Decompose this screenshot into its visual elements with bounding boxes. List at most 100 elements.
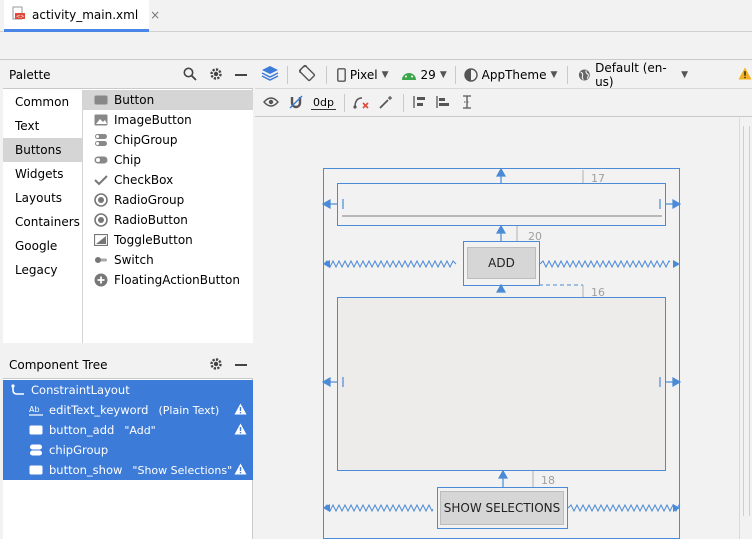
button-icon: [29, 424, 43, 436]
chevron-down-icon: ▼: [381, 69, 389, 80]
theme-dropdown[interactable]: AppTheme ▼: [463, 68, 558, 82]
widget-radio-button[interactable]: RadioButton: [83, 210, 253, 230]
locale-dropdown[interactable]: Default (en-us) ▼: [578, 61, 688, 89]
editor-mode-bar: [0, 32, 752, 60]
toggle-button-icon: [94, 233, 108, 247]
widget-checkbox[interactable]: CheckBox: [83, 170, 253, 190]
magic-wand-icon[interactable]: [379, 95, 393, 112]
minimize-icon[interactable]: [235, 364, 247, 366]
warning-icon[interactable]: [234, 463, 247, 478]
file-tab[interactable]: <> activity_main.xml ×: [4, 0, 160, 32]
tree-item-button-show[interactable]: button_show "Show Selections": [3, 460, 253, 480]
warning-icon[interactable]: [234, 423, 247, 438]
widget-switch[interactable]: Switch: [83, 250, 253, 270]
warning-icon[interactable]: [738, 67, 752, 83]
clear-constraints-icon[interactable]: [353, 95, 369, 112]
palette-categories: Common Text Buttons Widgets Layouts Cont…: [3, 90, 83, 343]
component-tree-list: ConstraintLayout Ab editText_keyword (Pl…: [3, 380, 253, 480]
device-dropdown[interactable]: Pixel ▼: [336, 67, 389, 82]
palette-header: Palette: [3, 61, 253, 89]
globe-icon: [579, 69, 591, 80]
widget-chip-group[interactable]: ChipGroup: [83, 130, 253, 150]
layers-icon[interactable]: [261, 65, 279, 84]
editor-tab-strip: <> activity_main.xml ×: [0, 0, 752, 32]
add-button-preview[interactable]: ADD: [467, 247, 536, 279]
tree-item-extra: "Show Selections": [132, 463, 233, 477]
radio-group-icon: [94, 193, 108, 207]
align-icon[interactable]: [436, 95, 450, 112]
locale-label: Default (en-us): [595, 60, 667, 89]
category-buttons[interactable]: Buttons: [3, 138, 82, 162]
widget-label: Chip: [114, 153, 141, 167]
tree-item-edittext[interactable]: Ab editText_keyword (Plain Text): [3, 400, 253, 420]
warning-icon[interactable]: [234, 403, 247, 418]
widget-label: ImageButton: [114, 113, 192, 127]
palette-panel: Palette Common Text Buttons Widgets Layo…: [3, 61, 253, 343]
edittext-keyword-view[interactable]: [337, 183, 666, 226]
palette-widgets: Button ImageButton ChipGroup Chip CheckB…: [83, 90, 253, 343]
toolbar-separator: [287, 65, 288, 84]
chipgroup-view[interactable]: [337, 297, 666, 471]
category-layouts[interactable]: Layouts: [3, 186, 82, 210]
widget-chip[interactable]: Chip: [83, 150, 253, 170]
category-widgets[interactable]: Widgets: [3, 162, 82, 186]
radio-button-icon: [94, 213, 108, 227]
pack-icon[interactable]: [412, 95, 426, 112]
palette-title: Palette: [9, 67, 51, 82]
widget-toggle-button[interactable]: ToggleButton: [83, 230, 253, 250]
chevron-down-icon: ▼: [439, 69, 447, 80]
edittext-underline: [342, 215, 662, 217]
margin-label: 18: [541, 474, 555, 487]
tree-item-label: button_add: [49, 423, 115, 437]
layout-toolbar: 0dp: [255, 90, 752, 117]
magnet-icon[interactable]: [289, 95, 303, 112]
button-icon: [94, 93, 108, 107]
device-label: Pixel: [349, 67, 378, 82]
tree-item-root[interactable]: ConstraintLayout: [3, 380, 253, 400]
widget-image-button[interactable]: ImageButton: [83, 110, 253, 130]
canvas-vertical-scrollbar[interactable]: [739, 118, 752, 539]
tree-item-button-add[interactable]: button_add "Add": [3, 420, 253, 440]
svg-text:<>: <>: [16, 14, 24, 20]
widget-label: ChipGroup: [114, 133, 178, 147]
category-common[interactable]: Common: [3, 90, 82, 114]
widget-label: ToggleButton: [114, 233, 193, 247]
design-toolbar: Pixel ▼ 29 ▼ AppTheme ▼ Default (en-us) …: [255, 61, 752, 89]
fab-icon: [94, 273, 108, 287]
widget-button[interactable]: Button: [83, 90, 253, 110]
component-tree-panel: Component Tree ConstraintLayout Ab editT…: [3, 351, 253, 539]
chevron-down-icon: ▼: [550, 69, 558, 80]
guidelines-icon[interactable]: [460, 94, 474, 112]
orientation-icon[interactable]: [298, 64, 316, 85]
eye-icon[interactable]: [263, 96, 279, 111]
android-icon: [401, 72, 416, 80]
image-button-icon: [94, 113, 108, 127]
api-dropdown[interactable]: 29 ▼: [401, 68, 447, 82]
component-tree-title: Component Tree: [9, 357, 108, 372]
widget-label: RadioGroup: [114, 193, 185, 207]
toolbar-separator: [325, 65, 327, 84]
category-google[interactable]: Google: [3, 234, 82, 258]
tree-item-extra: "Add": [124, 423, 156, 437]
scrollbar-thumb[interactable]: [743, 126, 750, 516]
tree-item-label: chipGroup: [49, 443, 109, 457]
search-icon[interactable]: [183, 67, 197, 84]
category-containers[interactable]: Containers: [3, 210, 82, 234]
default-margin-field[interactable]: 0dp: [311, 96, 336, 110]
gear-icon[interactable]: [209, 67, 223, 84]
tree-item-chipgroup[interactable]: chipGroup: [3, 440, 253, 460]
minimize-icon[interactable]: [235, 74, 247, 76]
xml-file-icon: <>: [12, 6, 26, 24]
category-text[interactable]: Text: [3, 114, 82, 138]
file-tab-label: activity_main.xml: [32, 7, 139, 22]
show-selections-button-preview[interactable]: SHOW SELECTIONS: [440, 491, 564, 525]
chip-group-icon: [94, 133, 108, 147]
checkbox-icon: [94, 173, 108, 187]
widget-fab[interactable]: FloatingActionButton: [83, 270, 253, 290]
widget-radio-group[interactable]: RadioGroup: [83, 190, 253, 210]
category-legacy[interactable]: Legacy: [3, 258, 82, 282]
gear-icon[interactable]: [209, 357, 223, 374]
close-icon[interactable]: ×: [150, 8, 160, 22]
chip-icon: [94, 153, 108, 167]
toolbar-separator: [402, 94, 404, 112]
